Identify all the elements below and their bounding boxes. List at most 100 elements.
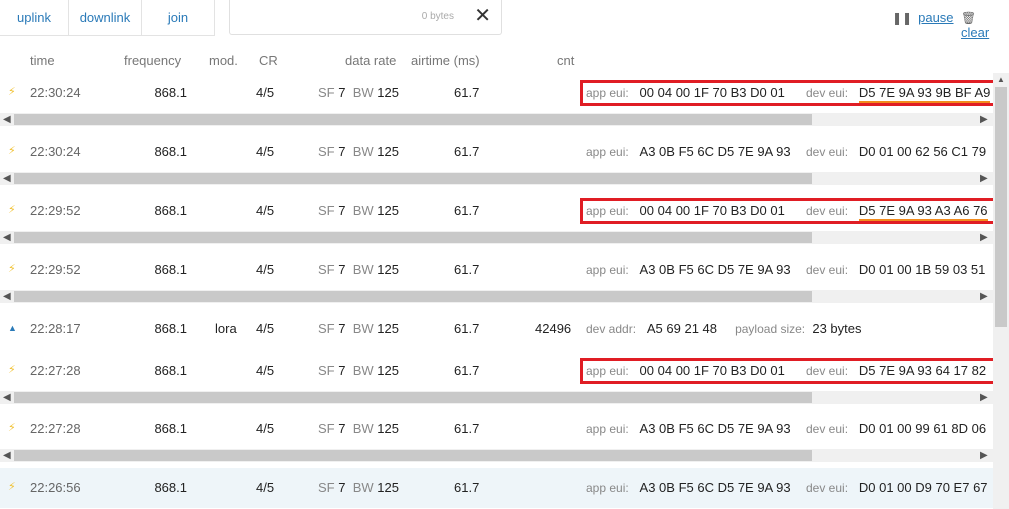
row-airtime: 61.7 [454,480,480,495]
filter-input[interactable]: 0 bytes ✕ [229,0,502,35]
row-time: 22:27:28 [30,363,81,378]
sf-value: 7 [338,480,346,495]
row-frequency: 868.1 [154,363,187,378]
tab-uplink[interactable]: uplink [0,0,68,35]
scroll-right-icon[interactable]: ▶ [980,449,988,462]
horizontal-scroll-thumb[interactable] [14,450,812,461]
clear-button[interactable]: 🗑clear [961,10,1009,40]
horizontal-scroll-thumb[interactable] [14,114,812,125]
row-cr: 4/5 [256,85,275,100]
bw-value: 125 [377,85,399,100]
horizontal-scroll-thumb[interactable] [14,392,812,403]
scroll-right-icon[interactable]: ▶ [980,290,988,303]
dev-eui: dev eui: D0 01 00 99 61 8D 06 [806,421,986,436]
row-cnt: 42496 [535,321,572,336]
row-mod: lora [215,321,237,336]
bw-value: 125 [377,262,399,277]
row-airtime: 61.7 [454,421,480,436]
bw-label: BW [352,363,374,378]
sf-label: SF [318,203,335,218]
scroll-right-icon[interactable]: ▶ [980,231,988,244]
up-arrow-icon: ▲ [8,323,17,333]
dev-eui-label: dev eui: [806,263,849,277]
row-airtime: 61.7 [454,262,480,277]
col-cnt: cnt [557,53,575,68]
row-horizontal-scrollbar[interactable]: ◀ ▶ [0,391,993,404]
sf-value: 7 [338,363,346,378]
bw-label: BW [352,262,374,277]
row-data-rate: SF 7 BW 125 [318,144,399,159]
scroll-left-icon[interactable]: ◀ [3,113,11,126]
app-eui-value: A3 0B F5 6C D5 7E 9A 93 [639,421,791,436]
row-frequency: 868.1 [154,480,187,495]
lightning-icon: ⚡ [8,422,16,434]
message-type-tabs: uplink downlink join [0,0,215,36]
clear-filter-icon[interactable]: ✕ [474,5,491,27]
table-row[interactable]: ⚡ 22:30:24 868.1 4/5 SF 7 BW 125 61.7 app eui:… [0,132,993,172]
vertical-scrollbar[interactable]: ▲ [993,73,1009,509]
sf-label: SF [318,321,335,336]
dev-eui-value: D0 01 00 D9 70 E7 67 [858,480,988,495]
row-horizontal-scrollbar[interactable]: ◀ ▶ [0,172,993,185]
scroll-left-icon[interactable]: ◀ [3,231,11,244]
bw-label: BW [352,203,374,218]
table-row[interactable]: ⚡ 22:27:28 868.1 4/5 SF 7 BW 125 61.7 app eui:… [0,409,993,449]
scroll-up-icon[interactable]: ▲ [997,75,1005,84]
row-airtime: 61.7 [454,203,480,218]
lightning-icon: ⚡ [8,263,16,275]
row-frequency: 868.1 [154,262,187,277]
pause-button[interactable]: ❚❚ pause [892,10,954,25]
bw-value: 125 [377,421,399,436]
app-eui-value: A3 0B F5 6C D5 7E 9A 93 [639,144,791,159]
row-cr: 4/5 [256,363,275,378]
row-data-rate: SF 7 BW 125 [318,480,399,495]
row-time: 22:29:52 [30,262,81,277]
row-airtime: 61.7 [454,85,480,100]
dev-eui-label: dev eui: [806,422,849,436]
row-time: 22:29:52 [30,203,81,218]
scroll-right-icon[interactable]: ▶ [980,172,988,185]
lightning-icon: ⚡ [8,364,16,376]
horizontal-scroll-thumb[interactable] [14,291,812,302]
row-horizontal-scrollbar[interactable]: ◀ ▶ [0,290,993,303]
scroll-left-icon[interactable]: ◀ [3,172,11,185]
tab-downlink[interactable]: downlink [68,0,141,35]
row-data-rate: SF 7 BW 125 [318,262,399,277]
app-eui: app eui: A3 0B F5 6C D5 7E 9A 93 [586,262,791,277]
row-time: 22:30:24 [30,144,81,159]
scroll-right-icon[interactable]: ▶ [980,391,988,404]
col-frequency: frequency [124,53,182,68]
dev-eui-value: D0 01 00 62 56 C1 79 [858,144,987,159]
row-horizontal-scrollbar[interactable]: ◀ ▶ [0,113,993,126]
col-cr: CR [259,53,278,68]
dev-addr-value: A5 69 21 48 [646,321,718,336]
row-horizontal-scrollbar[interactable]: ◀ ▶ [0,449,993,462]
sf-value: 7 [338,203,346,218]
row-cr: 4/5 [256,480,275,495]
table-row[interactable]: ⚡ 22:29:52 868.1 4/5 SF 7 BW 125 61.7 app eui:… [0,250,993,290]
row-airtime: 61.7 [454,321,480,336]
col-airtime: airtime (ms) [411,53,480,68]
lightning-icon: ⚡ [8,86,16,98]
scroll-left-icon[interactable]: ◀ [3,391,11,404]
dev-addr: dev addr: A5 69 21 48 payload size: 23 b… [586,321,862,336]
row-horizontal-scrollbar[interactable]: ◀ ▶ [0,231,993,244]
table-row[interactable]: ⚡ 22:26:56 868.1 4/5 SF 7 BW 125 61.7 app eui:… [0,468,993,508]
tab-join[interactable]: join [141,0,214,35]
table-row[interactable]: ▲ 22:28:17 868.1 lora 4/5 SF 7 BW 125 61.7 4249… [0,309,993,351]
highlight-box [580,358,996,384]
horizontal-scroll-thumb[interactable] [14,232,812,243]
lightning-icon: ⚡ [8,204,16,216]
vertical-scroll-thumb[interactable] [995,87,1007,327]
scroll-right-icon[interactable]: ▶ [980,113,988,126]
app-eui-label: app eui: [586,263,629,277]
app-eui-value: A3 0B F5 6C D5 7E 9A 93 [639,480,791,495]
bw-label: BW [352,421,374,436]
scroll-left-icon[interactable]: ◀ [3,290,11,303]
scroll-left-icon[interactable]: ◀ [3,449,11,462]
highlight-box [580,198,996,224]
app-eui-value: A3 0B F5 6C D5 7E 9A 93 [639,262,791,277]
col-mod: mod. [209,53,238,68]
horizontal-scroll-thumb[interactable] [14,173,812,184]
sf-value: 7 [338,85,346,100]
